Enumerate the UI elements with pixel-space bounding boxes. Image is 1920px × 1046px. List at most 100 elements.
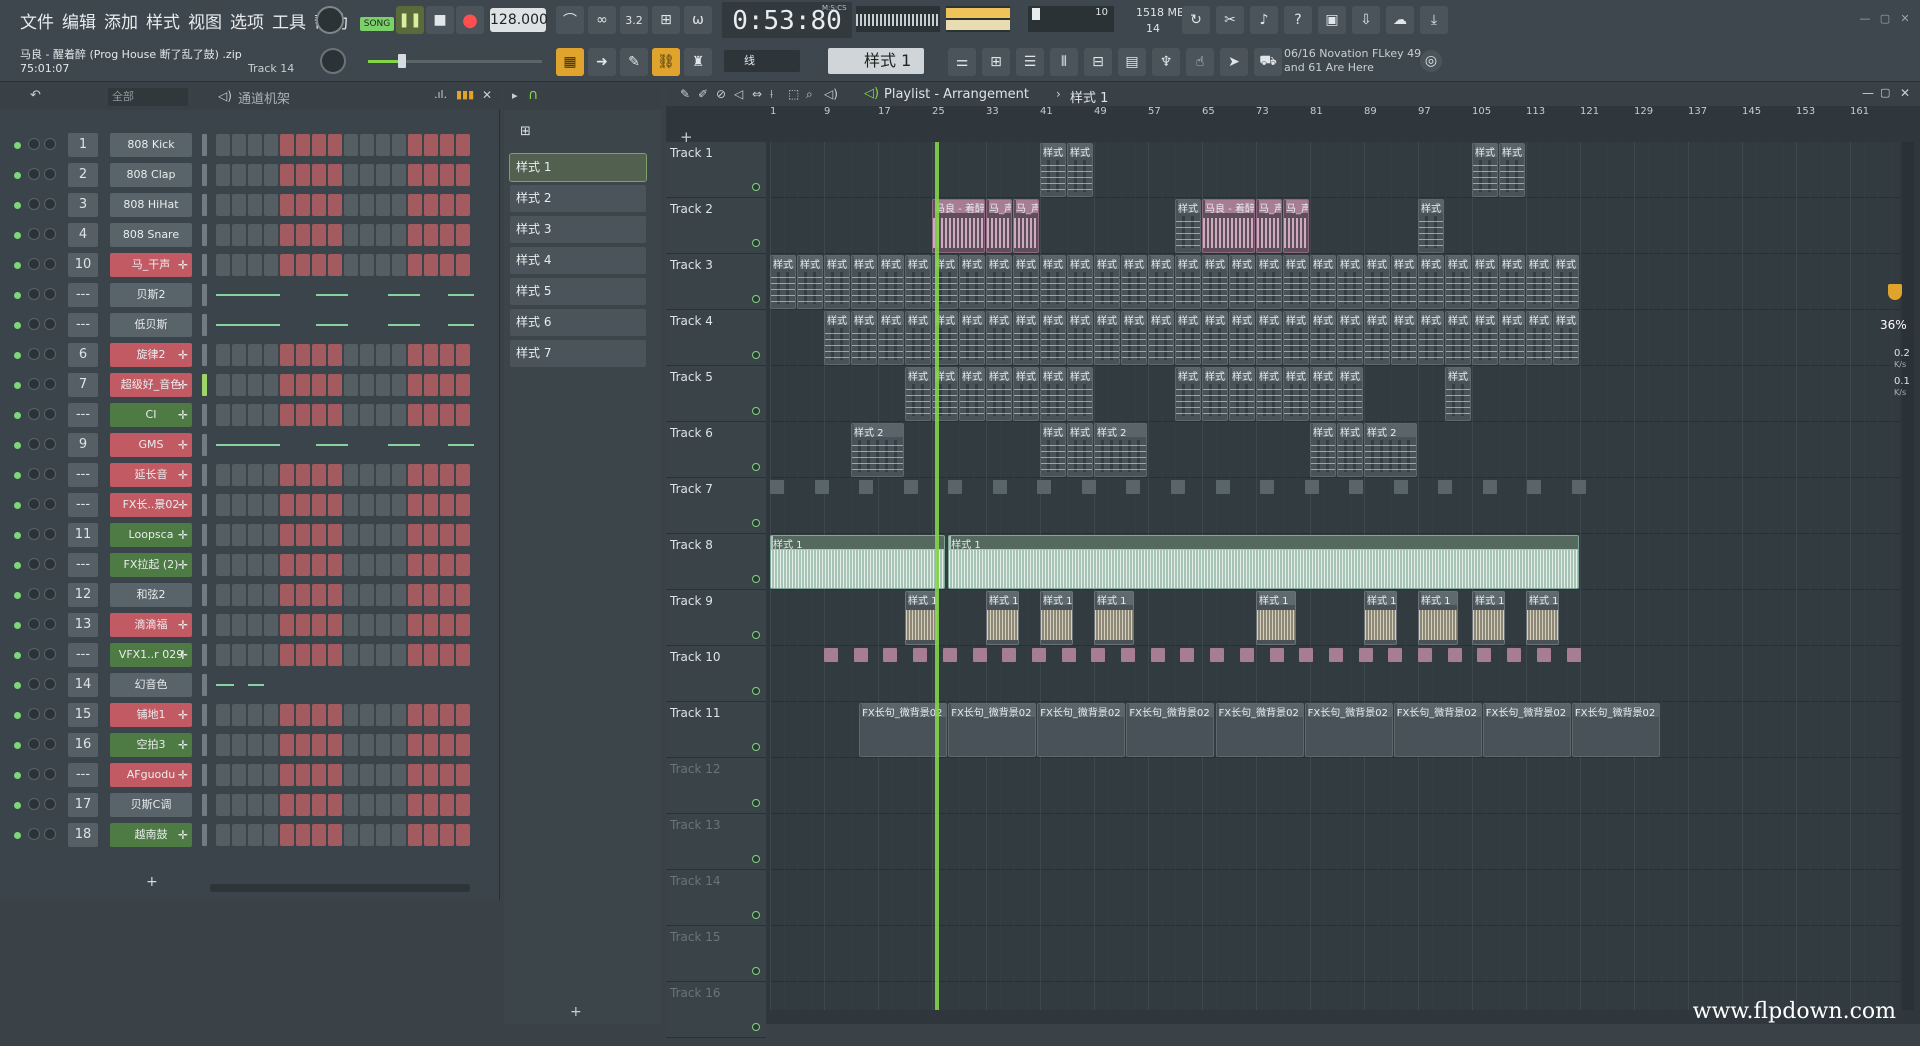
step-sequencer[interactable] [216,254,470,276]
clip-marker[interactable] [814,480,829,494]
step-button[interactable] [376,494,390,516]
clip-marker[interactable] [1239,648,1254,662]
step-button[interactable] [440,374,454,396]
step-button[interactable] [440,644,454,666]
arrangement-clip[interactable]: 样式 5 [1040,423,1066,477]
channel-mixer-track[interactable]: --- [68,463,98,487]
arrangement-clip[interactable]: 样式 7 [1472,311,1498,365]
step-button[interactable] [440,554,454,576]
step-button[interactable] [328,194,342,216]
channel-pan-knob[interactable] [28,438,40,450]
clip-marker[interactable] [1388,648,1403,662]
arrangement-clip[interactable]: 样式 1 [1499,255,1525,309]
step-button[interactable] [376,734,390,756]
step-button[interactable] [424,494,438,516]
step-button[interactable] [280,704,294,726]
clip-marker[interactable] [1121,648,1135,662]
step-button[interactable] [360,614,374,636]
step-sequencer[interactable] [216,554,470,576]
channel-mute-led[interactable] [14,412,21,419]
step-button[interactable] [360,464,374,486]
channel-volume-knob[interactable] [44,468,56,480]
menu-file[interactable]: 文件 [20,8,54,33]
step-button[interactable] [456,134,470,156]
step-button[interactable] [296,254,310,276]
arrangement-clip[interactable]: 样式 1 [1364,591,1397,645]
step-button[interactable] [216,134,230,156]
step-button[interactable] [280,764,294,786]
step-view-icon[interactable]: ▮▮▮ [456,88,474,101]
arrangement-clip[interactable]: 样式 3 [1202,367,1228,421]
step-button[interactable] [392,734,406,756]
step-button[interactable] [264,734,278,756]
channel-volume-knob[interactable] [44,648,56,660]
step-button[interactable] [376,164,390,186]
channel-row[interactable]: 3 808 HiHat [0,190,500,220]
step-button[interactable] [264,464,278,486]
arrangement-clip[interactable]: 样式 1 [770,535,945,589]
step-button[interactable] [232,164,246,186]
track-header[interactable]: Track 9 [666,590,766,646]
touch-keyboard-icon[interactable]: ☝ [1186,48,1214,76]
playlist-scrollbar[interactable] [1902,142,1914,1010]
arrangement-clip[interactable]: 样式 1 [1418,591,1458,645]
channel-volume-knob[interactable] [44,738,56,750]
brush-icon[interactable]: ✎ [620,48,648,76]
channel-graph[interactable] [216,444,474,446]
clip-marker[interactable] [770,480,784,494]
arrangement-clip[interactable]: 马良 - 着醉干声 [932,199,985,253]
channel-volume-knob[interactable] [44,708,56,720]
channel-select[interactable] [202,644,207,666]
step-button[interactable] [424,134,438,156]
track-header[interactable]: Track 8 [666,534,766,590]
arrangement-clip[interactable]: 样式 7 [1364,311,1390,365]
arrangement-clip[interactable]: 样式 1 [959,255,985,309]
download-icon[interactable]: ⤓ [1420,6,1448,34]
channel-volume-knob[interactable] [44,228,56,240]
send-icon[interactable]: ➤ [1220,48,1248,76]
arrangement-clip[interactable]: 样式 6 [1472,143,1498,197]
step-button[interactable] [216,194,230,216]
arrangement-clip[interactable]: 样式 7 [1256,311,1282,365]
channel-mixer-track[interactable]: --- [68,493,98,517]
step-button[interactable] [424,404,438,426]
step-edit-icon[interactable]: ⊞ [652,6,680,34]
track-header[interactable]: Track 2 [666,198,766,254]
step-button[interactable] [232,614,246,636]
step-button[interactable] [312,344,326,366]
step-button[interactable] [440,584,454,606]
channel-volume-knob[interactable] [44,348,56,360]
arrangement-clip[interactable]: FX长句_微背景02 [1482,703,1571,757]
step-button[interactable] [248,164,262,186]
step-button[interactable] [280,164,294,186]
browser-icon[interactable]: ⊟ [1084,48,1112,76]
step-button[interactable] [264,134,278,156]
step-button[interactable] [328,764,342,786]
track-mute-led[interactable] [752,911,760,919]
arrangement-clip[interactable]: 样式 6 [1040,143,1066,197]
step-button[interactable] [344,464,358,486]
step-button[interactable] [344,494,358,516]
channel-select[interactable] [202,614,207,636]
step-button[interactable] [216,494,230,516]
arrangement-clip[interactable]: FX长句_微背景02 [1304,703,1393,757]
step-button[interactable] [456,224,470,246]
zoom-tool-icon[interactable]: ⌕ [806,87,813,102]
rack-close-icon[interactable]: ✕ [482,88,492,102]
clip-marker[interactable] [824,648,838,662]
playlist-minimize-icon[interactable]: — [1862,86,1874,100]
step-button[interactable] [456,794,470,816]
step-button[interactable] [328,254,342,276]
step-button[interactable] [376,524,390,546]
step-button[interactable] [360,734,374,756]
arrangement-clip[interactable]: 样式 1 [1040,591,1073,645]
track-name[interactable]: Track 10 [670,650,720,664]
channel-pan-knob[interactable] [28,138,40,150]
arrangement-clip[interactable]: 样式 5 [1310,423,1336,477]
channel-mixer-track[interactable]: --- [68,283,98,307]
arrangement-clip[interactable]: 样式 1 [878,255,904,309]
step-button[interactable] [456,194,470,216]
step-button[interactable] [312,764,326,786]
clip-marker[interactable] [1507,648,1522,662]
playback-tool-icon[interactable]: ◁) [824,87,838,101]
